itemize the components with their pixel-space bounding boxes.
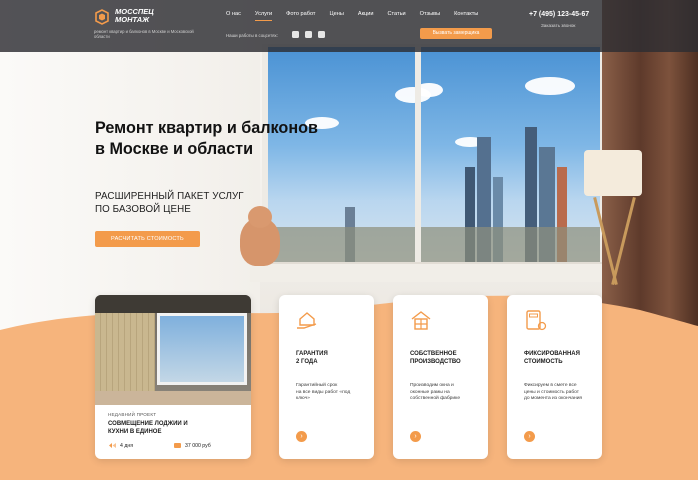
instagram-icon[interactable] — [292, 31, 299, 38]
house-hand-icon — [297, 312, 317, 329]
nav-item-contacts[interactable]: Контакты — [454, 11, 478, 17]
window-sill — [250, 262, 630, 282]
duration-icon — [109, 443, 116, 448]
nav-item-articles[interactable]: Статьи — [388, 11, 406, 17]
feature-title: ГАРАНТИЯ 2 ГОДА — [296, 351, 328, 365]
nav-item-reviews[interactable]: Отзывы — [420, 11, 441, 17]
arrow-right-icon[interactable]: › — [296, 431, 307, 442]
recent-project-card[interactable]: НЕДАВНИЙ ПРОЕКТ СОВМЕЩЕНИЕ ЛОДЖИИ И КУХН… — [95, 295, 251, 459]
project-photo — [95, 295, 251, 405]
vk-icon[interactable] — [318, 31, 325, 38]
project-price: 37 000 руб — [185, 443, 211, 449]
hero-title: Ремонт квартир и балконов в Москве и обл… — [95, 119, 318, 158]
price-icon — [174, 443, 181, 448]
project-label: НЕДАВНИЙ ПРОЕКТ — [108, 412, 157, 417]
nav-item-promotions[interactable]: Акции — [358, 11, 374, 17]
nav-item-photos[interactable]: Фото работ — [286, 11, 315, 17]
floor-lamp — [584, 150, 642, 196]
nav-item-services[interactable]: Услуги — [254, 11, 273, 21]
logo-tagline: ремонт квартир и балконов в Москве и Мос… — [94, 29, 194, 39]
calculator-icon — [526, 310, 547, 331]
phone-number[interactable]: +7 (495) 123-45-67 — [529, 11, 589, 18]
social-label: Наши работы в соцсетях: — [226, 33, 278, 38]
nav-item-about[interactable]: О нас — [226, 11, 241, 17]
hero-subtitle: РАСШИРЕННЫЙ ПАКЕТ УСЛУГ ПО БАЗОВОЙ ЦЕНЕ — [95, 191, 244, 215]
callback-link[interactable]: Заказать звонок — [541, 23, 575, 28]
arrow-right-icon[interactable]: › — [524, 431, 535, 442]
factory-window-icon — [411, 311, 431, 330]
logo-text[interactable]: МОССПЕЦ МОНТАЖ — [115, 8, 175, 24]
main-nav: О нас Услуги Фото работ Цены Акции Стать… — [226, 11, 492, 21]
feature-title: СОБСТВЕННОЕ ПРОИЗВОДСТВО — [410, 351, 461, 365]
site-header: МОССПЕЦ МОНТАЖ ремонт квартир и балконов… — [0, 0, 698, 52]
logo-icon[interactable] — [94, 9, 110, 25]
feature-text: Производим окна и оконные рамы на собств… — [410, 383, 461, 402]
nav-item-prices[interactable]: Цены — [330, 11, 344, 17]
calculate-cost-button[interactable]: РАСЧИТАТЬ СТОИМОСТЬ — [95, 231, 200, 247]
arrow-right-icon[interactable]: › — [410, 431, 421, 442]
feature-text: Фиксируем в смете все цены и стоимость р… — [524, 383, 583, 402]
feature-card-warranty: ГАРАНТИЯ 2 ГОДА Гарантийный срок на все … — [279, 295, 374, 459]
feature-card-fixed-price: ФИКСИРОВАННАЯ СТОИМОСТЬ Фиксируем в смет… — [507, 295, 602, 459]
project-duration: 4 дня — [120, 443, 134, 449]
feature-card-production: СОБСТВЕННОЕ ПРОИЗВОДСТВО Производим окна… — [393, 295, 488, 459]
project-title: СОВМЕЩЕНИЕ ЛОДЖИИ И КУХНИ В ЕДИНОЕ — [108, 421, 188, 435]
feature-text: Гарантийный срок на все виды работ «под … — [296, 383, 351, 402]
youtube-icon[interactable] — [305, 31, 312, 38]
call-measurer-button[interactable]: Вызвать замерщика — [420, 28, 492, 39]
feature-title: ФИКСИРОВАННАЯ СТОИМОСТЬ — [524, 351, 580, 365]
